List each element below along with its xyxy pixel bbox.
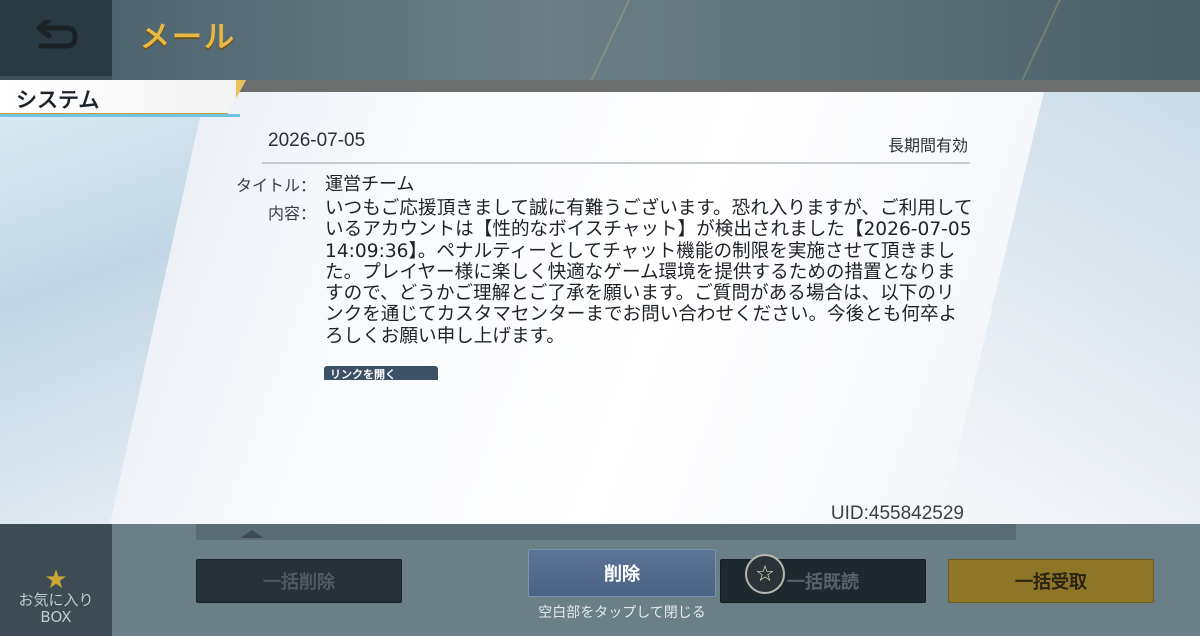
page-title: メール (140, 20, 236, 55)
mail-title: 運営チーム (325, 174, 415, 195)
mail-date: 2026-07-05 (268, 130, 366, 151)
mail-validity: 長期間有効 (887, 136, 968, 155)
background-top (112, 0, 1200, 80)
favorite-star-button[interactable]: ☆ (745, 554, 785, 594)
open-link-button[interactable]: リンクを開く (324, 366, 438, 380)
favorite-box-label-2: BOX (40, 608, 72, 626)
back-arrow-icon (36, 20, 78, 49)
delete-button[interactable]: 削除 (528, 549, 716, 597)
bulk-delete-button[interactable]: 一括削除 (196, 559, 402, 603)
scroll-caret-icon (240, 530, 264, 538)
star-icon: ★ (44, 565, 68, 595)
star-outline-icon: ☆ (755, 561, 775, 587)
tab-system-label: システム (16, 88, 100, 112)
uid-label: UID:455842529 (830, 503, 964, 524)
bottom-strip (196, 524, 1016, 540)
favorite-box-button[interactable]: ★ お気に入り BOX (0, 565, 112, 626)
mail-content-label: 内容： (267, 204, 316, 223)
mail-divider (262, 162, 970, 164)
back-button[interactable] (0, 0, 112, 76)
close-hint: 空白部をタップして閉じる (538, 605, 706, 621)
tab-underline (0, 114, 240, 117)
favorite-box-label-1: お気に入り (18, 591, 94, 609)
bulk-receive-button[interactable]: 一括受取 (948, 559, 1154, 603)
mail-title-label: タイトル： (235, 176, 316, 195)
mail-body[interactable]: いつもご応援頂きまして誠に有難うございます。恐れ入りますが、ご利用しているアカウ… (325, 198, 973, 378)
